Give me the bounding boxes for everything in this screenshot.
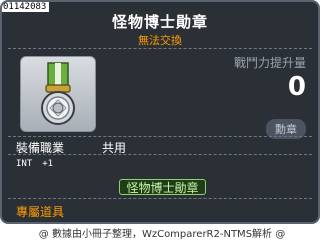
item-icon-frame xyxy=(20,56,96,132)
exclusive-label: 專屬道具 xyxy=(16,205,65,219)
stat-value: 0 xyxy=(287,72,306,102)
stat-label: 戰鬥力提升量 xyxy=(233,56,306,70)
item-tooltip: 01142083 怪物博士勛章 無法交換 戰鬥力提升量 0 勳章 裝備職業 共用… xyxy=(0,0,320,224)
stat-amount: +1 xyxy=(42,159,54,169)
stat-line-int: INT +1 xyxy=(16,159,53,169)
medal-title-button[interactable]: 怪物博士勛章 xyxy=(119,179,206,195)
medal-icon xyxy=(41,62,75,125)
divider xyxy=(8,198,312,199)
footer-credit: @ 數據由小冊子整理，WzComparerR2-NTMS解析 @ xyxy=(38,229,286,240)
divider xyxy=(8,48,312,49)
divider xyxy=(8,136,312,137)
stat-name: INT xyxy=(16,159,33,169)
divider xyxy=(8,154,312,155)
item-name: 怪物博士勛章 xyxy=(111,13,208,31)
trade-status: 無法交換 xyxy=(138,34,182,47)
